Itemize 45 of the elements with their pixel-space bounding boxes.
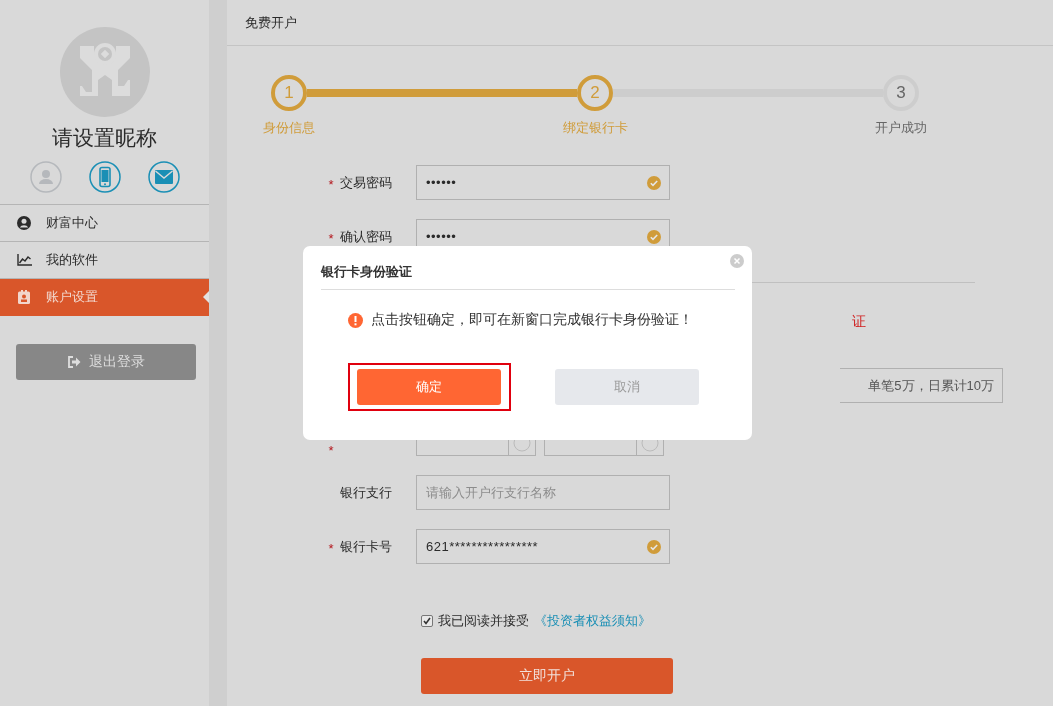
required-mark: * — [328, 177, 334, 192]
field-label: 交易密码 — [340, 173, 393, 192]
required-mark: * — [328, 541, 334, 556]
sidebar-menu-item[interactable]: 财富中心 — [0, 205, 209, 242]
agreement-text: 我已阅读并接受 — [438, 612, 529, 630]
step-label: 绑定银行卡 — [562, 119, 628, 137]
input-field[interactable]: 621**************** — [416, 529, 670, 564]
nickname: 请设置昵称 — [52, 125, 157, 151]
sidebar-menu-item[interactable]: 账户设置 — [0, 279, 209, 316]
check-icon — [647, 229, 661, 244]
required-mark: * — [328, 231, 334, 246]
warning-icon — [348, 312, 363, 328]
confirm-button[interactable]: 确定 — [357, 369, 501, 405]
input-field[interactable]: •••••• — [416, 165, 670, 200]
step-number: 1 — [271, 75, 307, 111]
logout-icon — [67, 356, 81, 368]
required-mark: * — [328, 444, 334, 458]
line-chart-icon — [16, 254, 32, 266]
hint-text: 证 — [852, 313, 866, 331]
cancel-button[interactable]: 取消 — [555, 369, 699, 405]
dialog-title: 银行卡身份验证 — [321, 263, 412, 281]
step-number: 3 — [883, 75, 919, 111]
step-label: 开户成功 — [875, 119, 927, 137]
id-badge-icon — [18, 290, 30, 304]
field-label: 银行卡号 — [340, 537, 393, 556]
step-label: 身份信息 — [263, 119, 315, 137]
field-label: 确认密码 — [340, 227, 393, 246]
field-label: 银行支行 — [340, 483, 393, 502]
dialog-message: 点击按钮确定，即可在新窗口完成银行卡身份验证！ — [371, 311, 693, 329]
avatar-logo-icon — [59, 27, 150, 117]
input-field[interactable]: 请输入开户行支行名称 — [416, 475, 670, 510]
agreement-checkbox[interactable] — [421, 615, 433, 627]
check-icon — [647, 175, 661, 190]
user-icon — [17, 216, 31, 230]
mail-icon[interactable] — [147, 161, 180, 193]
person-icon[interactable] — [29, 161, 62, 193]
open-account-button[interactable]: 立即开户 — [421, 658, 673, 694]
phone-icon[interactable] — [88, 161, 121, 193]
terms-link[interactable]: 《投资者权益须知》 — [534, 612, 651, 630]
limit-text: 单笔5万，日累计10万 — [840, 368, 1003, 403]
page-title: 免费开户 — [227, 0, 1053, 46]
close-icon[interactable] — [730, 254, 744, 268]
logout-button[interactable]: 退出登录 — [16, 344, 196, 380]
check-icon — [647, 539, 661, 554]
step-number: 2 — [577, 75, 613, 111]
